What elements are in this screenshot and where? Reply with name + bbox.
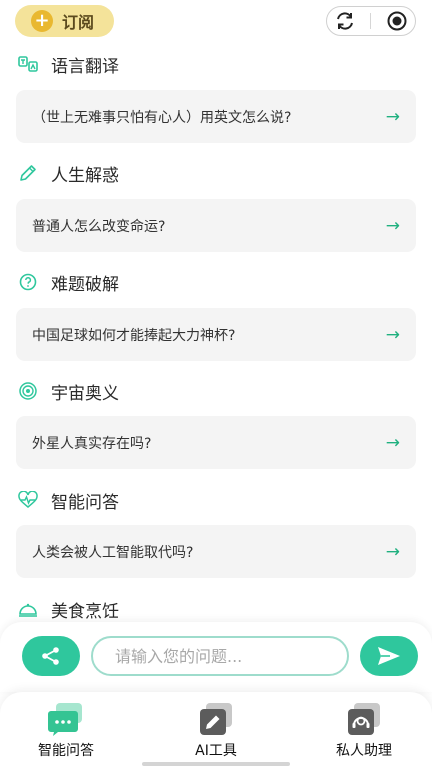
subscribe-label: 订阅 <box>62 13 95 32</box>
refresh-icon[interactable] <box>334 10 356 32</box>
prompt-card-qa[interactable]: 人类会被人工智能取代吗? → <box>16 525 416 578</box>
section-header-cosmos: 宇宙奥义 <box>18 378 119 404</box>
section-header-qa: 智能问答 <box>18 487 119 513</box>
share-button[interactable] <box>22 636 80 676</box>
share-icon <box>42 647 59 665</box>
section-title: 宇宙奥义 <box>51 383 119 404</box>
prompt-text: 人类会被人工智能取代吗? <box>32 544 194 561</box>
section-title: 难题破解 <box>51 274 119 295</box>
question-input[interactable] <box>91 636 349 676</box>
arrow-right-icon: → <box>385 215 400 236</box>
mini-program-capsule <box>326 6 416 36</box>
prompt-card-translate[interactable]: （世上无难事只怕有心人）用英文怎么说? → <box>16 90 416 143</box>
send-icon <box>378 647 400 665</box>
bottom-tab-bar: 智能问答 AI工具 私人助理 <box>0 692 432 768</box>
tab-label: AI工具 <box>195 743 237 759</box>
question-circle-icon <box>18 272 38 292</box>
tab-label: 智能问答 <box>38 743 94 759</box>
arrow-right-icon: → <box>385 432 400 453</box>
prompt-card-life[interactable]: 普通人怎么改变命运? → <box>16 199 416 252</box>
section-header-life: 人生解惑 <box>18 160 119 186</box>
capsule-divider <box>370 13 372 29</box>
tab-personal-assistant[interactable]: 私人助理 <box>319 702 409 760</box>
section-header-translate: 语言翻译 <box>18 51 119 77</box>
prompt-list: 语言翻译 （世上无难事只怕有心人）用英文怎么说? → 人生解惑 普通人怎么改变命… <box>0 44 432 624</box>
section-header-cooking: 美食烹饪 <box>18 596 119 622</box>
cloche-icon <box>18 599 38 619</box>
send-button[interactable] <box>360 636 418 676</box>
home-indicator <box>142 762 290 766</box>
section-title: 语言翻译 <box>51 56 119 77</box>
section-title: 美食烹饪 <box>51 601 119 622</box>
top-bar: + 订阅 <box>0 0 432 44</box>
prompt-card-problems[interactable]: 中国足球如何才能捧起大力神杯? → <box>16 308 416 361</box>
translate-icon <box>18 54 38 74</box>
prompt-text: 外星人真实存在吗? <box>32 435 152 452</box>
pencil-tool-icon <box>196 702 236 736</box>
arrow-right-icon: → <box>385 541 400 562</box>
arrow-right-icon: → <box>385 324 400 345</box>
section-title: 智能问答 <box>51 492 119 513</box>
prompt-text: 中国足球如何才能捧起大力神杯? <box>32 327 236 344</box>
prompt-card-cosmos[interactable]: 外星人真实存在吗? → <box>16 416 416 469</box>
prompt-text: （世上无难事只怕有心人）用英文怎么说? <box>32 109 292 126</box>
record-icon[interactable] <box>386 10 408 32</box>
arrow-right-icon: → <box>385 106 400 127</box>
tab-ai-tools[interactable]: AI工具 <box>171 702 261 760</box>
prompt-text: 普通人怎么改变命运? <box>32 218 166 235</box>
heartbeat-icon <box>18 490 38 510</box>
cosmos-icon <box>18 381 38 401</box>
pencil-icon <box>18 163 38 183</box>
section-header-problems: 难题破解 <box>18 269 119 295</box>
subscribe-button[interactable]: + 订阅 <box>15 5 114 37</box>
headset-icon <box>344 702 384 736</box>
chat-bubble-icon <box>46 702 86 736</box>
plus-circle-icon: + <box>31 10 53 32</box>
question-input-bar <box>0 622 432 692</box>
tab-label: 私人助理 <box>336 743 392 759</box>
tab-smart-qa[interactable]: 智能问答 <box>21 702 111 760</box>
section-title: 人生解惑 <box>51 165 119 186</box>
